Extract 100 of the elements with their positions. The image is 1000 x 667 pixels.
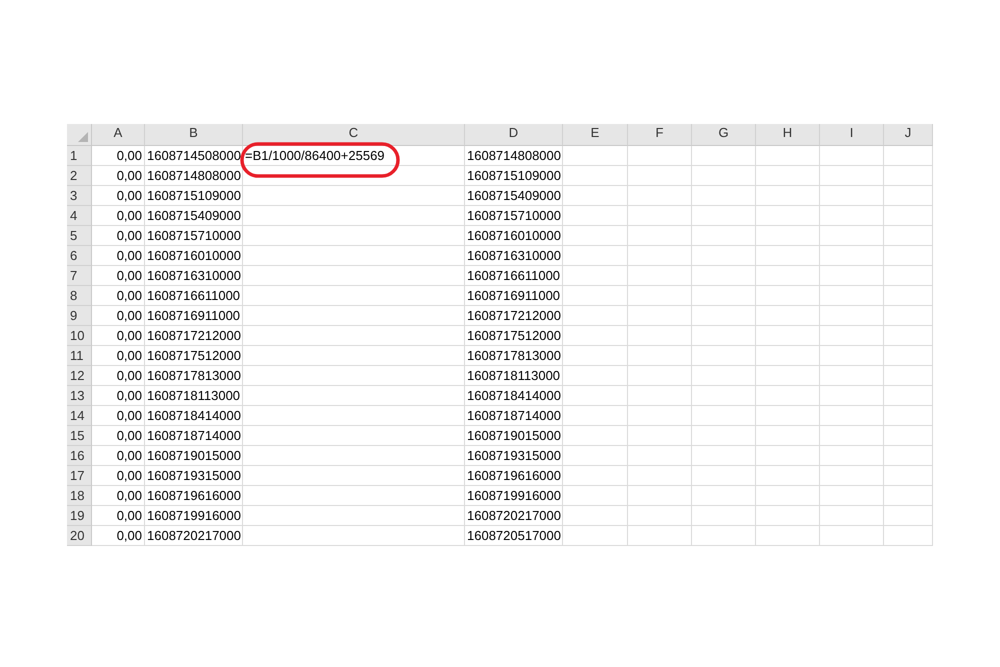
table-cell[interactable] xyxy=(692,146,756,166)
table-cell[interactable] xyxy=(563,206,628,226)
table-cell[interactable] xyxy=(692,166,756,186)
table-cell[interactable] xyxy=(243,486,465,506)
table-cell[interactable] xyxy=(692,386,756,406)
table-cell[interactable] xyxy=(243,246,465,266)
column-header[interactable]: G xyxy=(692,124,756,146)
table-cell[interactable]: 0,00 xyxy=(92,466,145,486)
table-cell[interactable] xyxy=(820,466,884,486)
table-cell[interactable] xyxy=(628,286,692,306)
table-cell[interactable]: 0,00 xyxy=(92,226,145,246)
row-header[interactable]: 5 xyxy=(67,226,92,246)
table-cell[interactable] xyxy=(563,466,628,486)
table-cell[interactable] xyxy=(756,386,820,406)
table-cell[interactable] xyxy=(884,486,933,506)
table-cell[interactable] xyxy=(563,306,628,326)
row-header[interactable]: 11 xyxy=(67,346,92,366)
column-header[interactable]: J xyxy=(884,124,933,146)
table-cell[interactable] xyxy=(756,446,820,466)
table-cell[interactable]: 1608718113000 xyxy=(145,386,243,406)
table-cell[interactable]: 1608716010000 xyxy=(145,246,243,266)
table-cell[interactable] xyxy=(243,226,465,246)
table-cell[interactable] xyxy=(884,146,933,166)
table-cell[interactable]: 0,00 xyxy=(92,166,145,186)
table-cell[interactable]: 0,00 xyxy=(92,346,145,366)
table-cell[interactable] xyxy=(820,146,884,166)
table-cell[interactable] xyxy=(756,246,820,266)
column-header[interactable]: A xyxy=(92,124,145,146)
table-cell[interactable] xyxy=(884,466,933,486)
table-cell[interactable]: 0,00 xyxy=(92,526,145,546)
table-cell[interactable] xyxy=(243,166,465,186)
row-header[interactable]: 8 xyxy=(67,286,92,306)
table-cell[interactable]: 0,00 xyxy=(92,446,145,466)
table-cell[interactable]: 0,00 xyxy=(92,506,145,526)
table-cell[interactable] xyxy=(563,386,628,406)
table-cell[interactable]: 0,00 xyxy=(92,286,145,306)
table-cell[interactable] xyxy=(820,226,884,246)
row-header[interactable]: 10 xyxy=(67,326,92,346)
table-cell[interactable] xyxy=(756,146,820,166)
table-cell[interactable] xyxy=(884,226,933,246)
table-cell[interactable] xyxy=(243,386,465,406)
table-cell[interactable] xyxy=(692,346,756,366)
column-header[interactable]: I xyxy=(820,124,884,146)
table-cell[interactable] xyxy=(884,166,933,186)
column-header[interactable]: B xyxy=(145,124,243,146)
table-cell[interactable] xyxy=(243,326,465,346)
table-cell[interactable] xyxy=(884,306,933,326)
table-cell[interactable] xyxy=(628,306,692,326)
table-cell[interactable] xyxy=(884,506,933,526)
table-cell[interactable] xyxy=(628,526,692,546)
table-cell[interactable]: 1608720217000 xyxy=(465,506,563,526)
table-cell[interactable] xyxy=(243,286,465,306)
table-cell[interactable] xyxy=(563,326,628,346)
table-cell[interactable] xyxy=(243,446,465,466)
table-cell[interactable] xyxy=(884,326,933,346)
row-header[interactable]: 13 xyxy=(67,386,92,406)
table-cell[interactable]: 1608717512000 xyxy=(145,346,243,366)
table-cell[interactable] xyxy=(243,186,465,206)
row-header[interactable]: 6 xyxy=(67,246,92,266)
table-cell[interactable] xyxy=(692,326,756,346)
table-cell[interactable]: 1608717212000 xyxy=(465,306,563,326)
row-header[interactable]: 19 xyxy=(67,506,92,526)
table-cell[interactable] xyxy=(563,486,628,506)
table-cell[interactable] xyxy=(628,426,692,446)
table-cell[interactable] xyxy=(243,526,465,546)
table-cell[interactable] xyxy=(628,406,692,426)
table-cell[interactable]: 1608717813000 xyxy=(145,366,243,386)
table-cell[interactable] xyxy=(628,466,692,486)
table-cell[interactable] xyxy=(884,426,933,446)
table-cell[interactable] xyxy=(820,426,884,446)
table-cell[interactable] xyxy=(756,526,820,546)
table-cell[interactable] xyxy=(884,246,933,266)
table-cell[interactable] xyxy=(756,346,820,366)
table-cell[interactable] xyxy=(563,506,628,526)
table-cell[interactable]: 0,00 xyxy=(92,486,145,506)
table-cell[interactable] xyxy=(628,446,692,466)
table-cell[interactable]: 1608717212000 xyxy=(145,326,243,346)
select-all-icon[interactable] xyxy=(78,132,88,142)
table-cell[interactable] xyxy=(243,466,465,486)
column-header[interactable]: E xyxy=(563,124,628,146)
table-cell[interactable] xyxy=(884,206,933,226)
table-cell[interactable] xyxy=(628,266,692,286)
table-cell[interactable] xyxy=(628,366,692,386)
table-cell[interactable] xyxy=(756,206,820,226)
column-header[interactable]: F xyxy=(628,124,692,146)
table-cell[interactable] xyxy=(756,326,820,346)
table-cell[interactable]: 0,00 xyxy=(92,186,145,206)
table-cell[interactable]: 1608715710000 xyxy=(145,226,243,246)
table-cell[interactable] xyxy=(820,366,884,386)
row-header[interactable]: 2 xyxy=(67,166,92,186)
table-cell[interactable] xyxy=(820,446,884,466)
table-cell[interactable]: 1608718714000 xyxy=(145,426,243,446)
table-cell[interactable]: 1608718414000 xyxy=(465,386,563,406)
table-cell[interactable] xyxy=(563,346,628,366)
table-cell[interactable]: 0,00 xyxy=(92,326,145,346)
table-cell[interactable] xyxy=(692,426,756,446)
table-cell[interactable] xyxy=(243,206,465,226)
column-header[interactable]: C xyxy=(243,124,465,146)
table-cell[interactable] xyxy=(820,346,884,366)
table-cell[interactable]: 1608714808000 xyxy=(145,166,243,186)
